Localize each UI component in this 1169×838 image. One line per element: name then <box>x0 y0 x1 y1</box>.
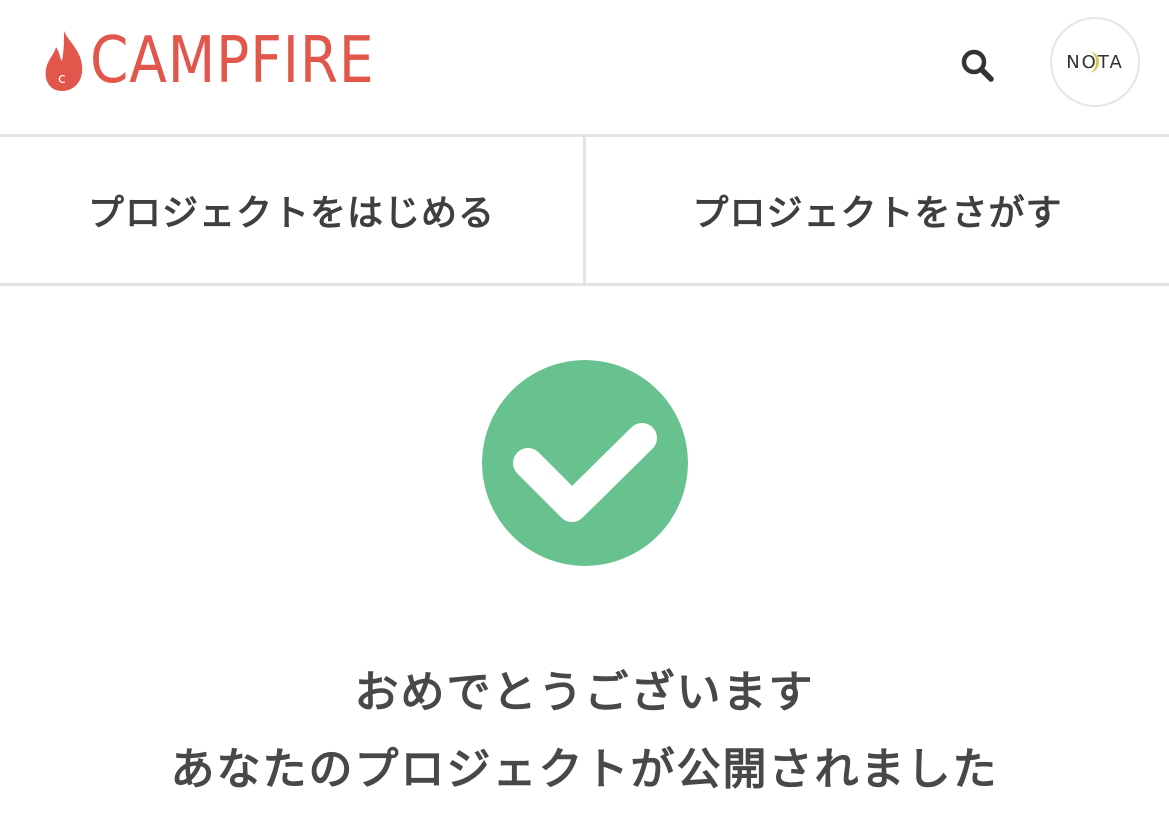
svg-text:c: c <box>58 71 66 87</box>
user-avatar[interactable]: NOTA <box>1050 17 1140 107</box>
success-subtitle: あなたのプロジェクトが公開されました <box>170 744 999 795</box>
tab-start-project-label: プロジェクトをはじめる <box>87 193 495 234</box>
tab-find-project-label: プロジェクトをさがす <box>692 193 1063 234</box>
main-content: おめでとうございます あなたのプロジェクトが公開されました <box>0 286 1169 835</box>
logo-text: CAMPFIRE <box>90 24 375 98</box>
tab-find-project[interactable]: プロジェクトをさがす <box>586 137 1169 283</box>
site-header: c CAMPFIRE NOTA <box>0 0 1169 137</box>
campfire-logo[interactable]: c CAMPFIRE <box>42 26 421 96</box>
search-button[interactable] <box>955 43 1001 89</box>
tab-start-project[interactable]: プロジェクトをはじめる <box>0 137 586 283</box>
search-icon <box>961 49 994 82</box>
avatar-label: NOTA <box>1066 51 1124 73</box>
flame-icon: c <box>45 31 83 91</box>
success-title: おめでとうございます <box>354 667 815 718</box>
check-circle-icon <box>482 360 688 566</box>
nav-tabs: プロジェクトをはじめる プロジェクトをさがす <box>0 137 1169 286</box>
